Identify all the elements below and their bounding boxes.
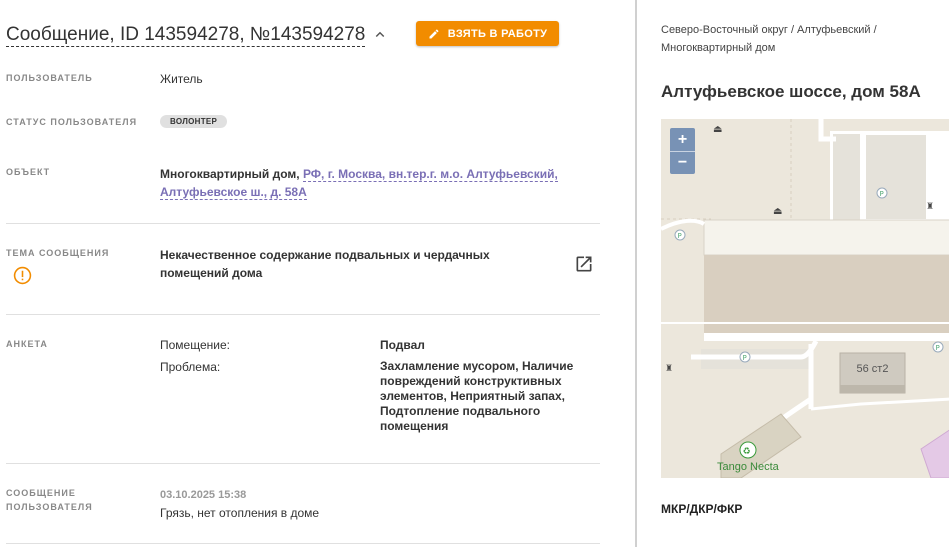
svg-text:♜: ♜	[665, 364, 673, 374]
divider	[6, 463, 600, 464]
map[interactable]: P P P P ⏏ ⏏ ♜ ♜ ♻ 56 ст2 Tango Necta + −	[661, 119, 949, 478]
divider	[6, 543, 600, 544]
message-label: СООБЩЕНИЕ ПОЛЬЗОВАТЕЛЯ	[6, 486, 93, 514]
message-date: 03.10.2025 15:38	[160, 489, 247, 501]
message-panel: Сообщение, ID 143594278, №143594278 ВЗЯТ…	[0, 0, 636, 547]
breadcrumb-line-2[interactable]: Многоквартирный дом	[661, 42, 775, 54]
svg-text:P: P	[880, 190, 884, 198]
svg-text:P: P	[678, 232, 682, 240]
problem-line: помещения	[380, 419, 449, 433]
map-building-label: 56 ст2	[856, 363, 889, 375]
object-address-link-2[interactable]: Алтуфьевское ш., д. 58А	[160, 185, 307, 200]
status-badge: ВОЛОНТЕР	[160, 115, 228, 128]
problem-line: элементов, Неприятный запах,	[380, 389, 565, 403]
external-link-icon[interactable]	[574, 254, 594, 274]
svg-text:P: P	[936, 344, 940, 352]
zoom-in-button[interactable]: +	[670, 128, 695, 151]
message-text: Грязь, нет отопления в доме	[160, 506, 320, 520]
problem-line: повреждений конструктивных	[380, 374, 562, 388]
topic-line-1: Некачественное содержание подвальных и ч…	[160, 248, 490, 262]
map-zoom-controls: + −	[670, 128, 695, 174]
page-title[interactable]: Сообщение, ID 143594278, №143594278	[6, 24, 366, 47]
topic-line-2: помещений дома	[160, 266, 263, 280]
divider	[6, 314, 600, 315]
survey-key-room: Помещение:	[160, 338, 230, 352]
problem-line: Захламление мусором, Наличие	[380, 359, 574, 373]
user-value: Житель	[160, 72, 203, 86]
survey-key-problem: Проблема:	[160, 360, 221, 374]
building-address: Алтуфьевское шоссе, дом 58А	[661, 82, 921, 101]
survey-value-problem: Захламление мусором, Наличие повреждений…	[380, 359, 573, 434]
user-label: ПОЛЬЗОВАТЕЛЬ	[6, 73, 93, 83]
object-value: Многоквартирный дом, РФ, г. Москва, вн.т…	[160, 165, 590, 201]
divider	[6, 223, 600, 224]
repair-program-label: МКР/ДКР/ФКР	[661, 502, 743, 516]
breadcrumb-line-1[interactable]: Северо-Восточный округ / Алтуфьевский /	[661, 24, 877, 36]
object-address-link[interactable]: РФ, г. Москва, вн.тер.г. м.о. Алтуфьевск…	[302, 167, 558, 182]
topic-label: ТЕМА СООБЩЕНИЯ	[6, 248, 110, 258]
side-panel: Северо-Восточный округ / Алтуфьевский / …	[637, 0, 949, 547]
object-type: Многоквартирный дом,	[160, 167, 300, 181]
zoom-out-button[interactable]: −	[670, 151, 695, 174]
title-row: Сообщение, ID 143594278, №143594278	[6, 20, 389, 50]
map-canvas[interactable]: P P P P ⏏ ⏏ ♜ ♜ ♻	[661, 119, 949, 478]
take-to-work-button[interactable]: ВЗЯТЬ В РАБОТУ	[416, 21, 559, 46]
chevron-up-icon[interactable]	[371, 26, 389, 44]
object-label: ОБЪЕКТ	[6, 167, 51, 177]
survey-label: АНКЕТА	[6, 339, 48, 349]
user-status-label: СТАТУС ПОЛЬЗОВАТЕЛЯ	[6, 117, 138, 127]
svg-text:♜: ♜	[926, 202, 934, 212]
svg-text:⏏: ⏏	[773, 206, 782, 217]
topic-value: Некачественное содержание подвальных и ч…	[160, 246, 490, 282]
svg-text:♻: ♻	[743, 447, 751, 457]
take-to-work-label: ВЗЯТЬ В РАБОТУ	[447, 27, 548, 40]
survey-value-room: Подвал	[380, 338, 425, 352]
map-poi-label[interactable]: Tango Necta	[717, 461, 779, 473]
message-label-line-2: ПОЛЬЗОВАТЕЛЯ	[6, 502, 93, 512]
svg-text:P: P	[743, 354, 747, 362]
breadcrumb: Северо-Восточный округ / Алтуфьевский / …	[661, 21, 941, 57]
message-label-line-1: СООБЩЕНИЕ	[6, 488, 76, 498]
svg-text:⏏: ⏏	[713, 124, 722, 135]
warning-icon	[13, 266, 32, 285]
pencil-icon	[429, 28, 439, 38]
problem-line: Подтопление подвального	[380, 404, 541, 418]
